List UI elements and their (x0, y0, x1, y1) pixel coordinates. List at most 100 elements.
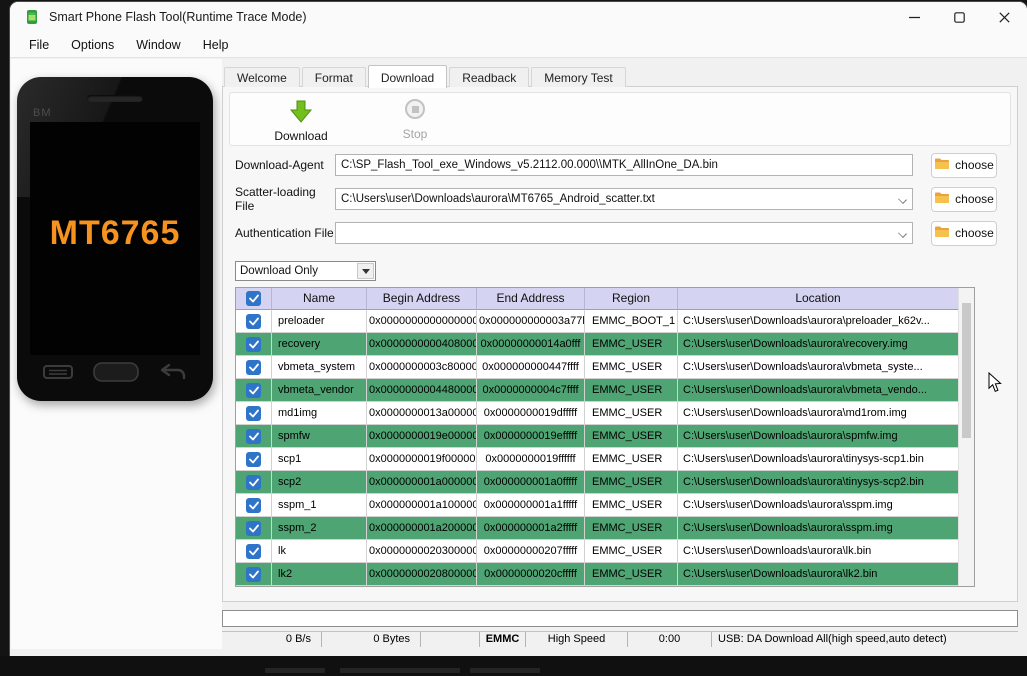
row-checkbox-cell[interactable] (236, 310, 272, 333)
table-row[interactable]: spmfw 0x0000000019e00000 0x0000000019eff… (236, 425, 958, 448)
dropdown-arrow-icon[interactable] (357, 263, 374, 279)
row-checkbox-cell[interactable] (236, 448, 272, 471)
status-usb-status: USB: DA Download All(high speed,auto det… (712, 632, 1018, 647)
choose-button-label: choose (955, 192, 994, 206)
table-row[interactable]: scp1 0x0000000019f00000 0x0000000019ffff… (236, 448, 958, 471)
close-button[interactable] (982, 2, 1027, 32)
download-button[interactable]: Download (258, 99, 344, 141)
tab-memory-test[interactable]: Memory Test (531, 67, 625, 87)
row-checkbox-cell[interactable] (236, 494, 272, 517)
window-controls (892, 2, 1027, 32)
row-checkbox[interactable] (246, 521, 261, 536)
location-cell: C:\Users\user\Downloads\aurora\preloader… (678, 310, 958, 333)
table-scrollbar[interactable] (958, 288, 974, 586)
scatter-file-label: Scatter-loading File (235, 185, 335, 213)
taskbar-item (470, 668, 540, 673)
auth-file-combobox[interactable] (335, 222, 913, 244)
row-checkbox[interactable] (246, 383, 261, 398)
end-address-cell: 0x0000000004c7ffff (477, 379, 585, 402)
row-checkbox-cell[interactable] (236, 379, 272, 402)
table-row[interactable]: md1img 0x0000000013a00000 0x0000000019df… (236, 402, 958, 425)
column-header-region[interactable]: Region (585, 288, 678, 310)
tab-bar: Welcome Format Download Readback Memory … (224, 64, 628, 87)
begin-address-cell: 0x0000000020800000 (367, 563, 477, 586)
column-header-location[interactable]: Location (678, 288, 958, 310)
tab-welcome[interactable]: Welcome (224, 67, 300, 87)
chipset-label: MT6765 (30, 214, 200, 253)
end-address-cell: 0x000000000447ffff (477, 356, 585, 379)
column-header-begin[interactable]: Begin Address (367, 288, 477, 310)
row-checkbox-cell[interactable] (236, 333, 272, 356)
tab-download[interactable]: Download (368, 65, 447, 88)
choose-button-label: choose (955, 158, 994, 172)
scatter-file-choose-button[interactable]: choose (931, 187, 997, 212)
row-checkbox[interactable] (246, 498, 261, 513)
menu-item-file[interactable]: File (18, 34, 60, 56)
row-checkbox[interactable] (246, 452, 261, 467)
menu-bar: File Options Window Help (10, 32, 1027, 58)
table-row[interactable]: sspm_1 0x000000001a100000 0x000000001a1f… (236, 494, 958, 517)
table-row[interactable]: preloader 0x0000000000000000 0x000000000… (236, 310, 958, 333)
partition-name-cell: vbmeta_vendor (272, 379, 367, 402)
row-checkbox[interactable] (246, 475, 261, 490)
scatter-file-row: Scatter-loading File C:\Users\user\Downl… (235, 187, 997, 211)
column-header-name[interactable]: Name (272, 288, 367, 310)
download-arrow-icon (289, 99, 313, 129)
chevron-down-icon[interactable] (899, 196, 907, 204)
partition-name-cell: recovery (272, 333, 367, 356)
tab-readback[interactable]: Readback (449, 67, 529, 87)
table-row[interactable]: lk 0x0000000020300000 0x00000000207fffff… (236, 540, 958, 563)
row-checkbox-cell[interactable] (236, 471, 272, 494)
minimize-button[interactable] (892, 2, 937, 32)
taskbar-item (265, 668, 325, 673)
menu-item-options[interactable]: Options (60, 34, 125, 56)
auth-file-choose-button[interactable]: choose (931, 221, 997, 246)
download-agent-input[interactable]: C:\SP_Flash_Tool_exe_Windows_v5.2112.00.… (335, 154, 913, 176)
select-all-checkbox-cell[interactable] (236, 288, 272, 310)
row-checkbox[interactable] (246, 544, 261, 559)
location-cell: C:\Users\user\Downloads\aurora\sspm.img (678, 517, 958, 540)
table-row[interactable]: vbmeta_vendor 0x0000000004480000 0x00000… (236, 379, 958, 402)
download-mode-select[interactable]: Download Only (235, 261, 376, 281)
region-cell: EMMC_USER (585, 425, 678, 448)
row-checkbox-cell[interactable] (236, 540, 272, 563)
scatter-file-combobox[interactable]: C:\Users\user\Downloads\aurora\MT6765_An… (335, 188, 913, 210)
row-checkbox-cell[interactable] (236, 402, 272, 425)
table-row[interactable]: vbmeta_system 0x0000000003c80000 0x00000… (236, 356, 958, 379)
row-checkbox-cell[interactable] (236, 356, 272, 379)
scrollbar-thumb[interactable] (962, 303, 971, 438)
stop-button[interactable]: Stop (372, 99, 458, 141)
choose-button-label: choose (955, 226, 994, 240)
region-cell: EMMC_USER (585, 471, 678, 494)
partition-name-cell: spmfw (272, 425, 367, 448)
row-checkbox[interactable] (246, 360, 261, 375)
menu-item-help[interactable]: Help (192, 34, 240, 56)
row-checkbox[interactable] (246, 314, 261, 329)
table-row[interactable]: scp2 0x000000001a000000 0x000000001a0fff… (236, 471, 958, 494)
folder-icon (934, 157, 950, 173)
end-address-cell: 0x000000000003a77b (477, 310, 585, 333)
download-agent-choose-button[interactable]: choose (931, 153, 997, 178)
chevron-down-icon[interactable] (899, 230, 907, 238)
tab-format[interactable]: Format (302, 67, 366, 87)
menu-item-window[interactable]: Window (125, 34, 191, 56)
phone-image: BM MT6765 (17, 77, 213, 401)
column-header-end[interactable]: End Address (477, 288, 585, 310)
row-checkbox[interactable] (246, 429, 261, 444)
row-checkbox-cell[interactable] (236, 425, 272, 448)
row-checkbox-cell[interactable] (236, 563, 272, 586)
row-checkbox[interactable] (246, 337, 261, 352)
region-cell: EMMC_USER (585, 448, 678, 471)
table-row[interactable]: sspm_2 0x000000001a200000 0x000000001a2f… (236, 517, 958, 540)
table-row[interactable]: recovery 0x0000000000408000 0x0000000001… (236, 333, 958, 356)
location-cell: C:\Users\user\Downloads\aurora\lk2.bin (678, 563, 958, 586)
maximize-button[interactable] (937, 2, 982, 32)
location-cell: C:\Users\user\Downloads\aurora\spmfw.img (678, 425, 958, 448)
table-row[interactable]: lk2 0x0000000020800000 0x0000000020cffff… (236, 563, 958, 586)
phone-brand-text: BM (33, 107, 52, 119)
download-agent-label: Download-Agent (235, 158, 335, 172)
row-checkbox[interactable] (246, 406, 261, 421)
row-checkbox[interactable] (246, 567, 261, 582)
select-all-checkbox[interactable] (246, 291, 261, 306)
row-checkbox-cell[interactable] (236, 517, 272, 540)
